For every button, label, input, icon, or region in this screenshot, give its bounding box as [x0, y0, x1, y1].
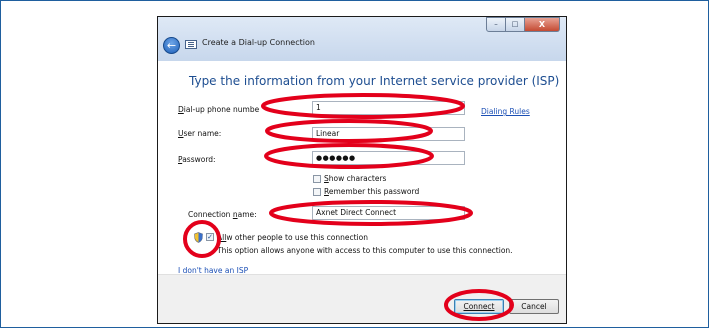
uac-shield-icon: [194, 232, 203, 243]
allow-rest: w other people to use this connection: [226, 233, 368, 242]
minimize-button[interactable]: –: [486, 17, 506, 32]
dialup-connection-icon: [185, 40, 197, 49]
remember-password-label: Remember this password: [324, 187, 419, 196]
show-characters-label: Show characters: [324, 174, 386, 183]
show-chars-rest: how characters: [328, 174, 387, 183]
back-arrow-icon[interactable]: ←: [163, 37, 180, 54]
password-label-rest: assword:: [182, 155, 216, 164]
conn-label-pre: Connection: [188, 210, 233, 219]
user-name-label: User name:: [178, 129, 221, 138]
allow-others-label: Allw other people to use this connection: [217, 233, 368, 242]
phone-number-label: Dial-up phone numbe: [178, 105, 259, 114]
user-label-rest: ser name:: [183, 129, 222, 138]
allow-others-note: This option allows anyone with access to…: [217, 246, 513, 255]
show-characters-checkbox[interactable]: [313, 175, 321, 183]
dialing-rules-link[interactable]: Dialing Rules: [481, 107, 530, 116]
cancel-button[interactable]: Cancel: [509, 299, 559, 314]
window-controls: – □ X: [486, 17, 560, 32]
conn-label-rest: ame:: [237, 210, 257, 219]
connection-name-input[interactable]: Axnet Direct Connect: [312, 206, 465, 220]
phone-label-rest: ial-up phone numbe: [183, 105, 260, 114]
allow-accel: All: [217, 233, 227, 242]
phone-number-input[interactable]: 1: [312, 101, 465, 115]
connection-name-label: Connection name:: [188, 210, 257, 219]
allow-others-checkbox[interactable]: ✓: [206, 233, 214, 241]
password-label: Password:: [178, 155, 216, 164]
remember-password-checkbox[interactable]: [313, 188, 321, 196]
maximize-button[interactable]: □: [506, 17, 525, 32]
remember-rest: emember this password: [328, 187, 420, 196]
user-name-input[interactable]: Linear: [312, 127, 465, 141]
dialog-footer: Connect Cancel: [158, 274, 566, 323]
page-heading: Type the information from your Internet …: [189, 74, 560, 88]
password-input[interactable]: ●●●●●●: [312, 151, 465, 165]
window-title: Create a Dial-up Connection: [202, 38, 315, 47]
dial-up-dialog: ← Create a Dial-up Connection – □ X Type…: [157, 16, 567, 324]
connect-button-label: Connect: [463, 302, 495, 311]
close-button[interactable]: X: [525, 17, 560, 32]
title-bar: ← Create a Dial-up Connection – □ X: [158, 17, 566, 61]
connect-button[interactable]: Connect: [454, 299, 504, 314]
